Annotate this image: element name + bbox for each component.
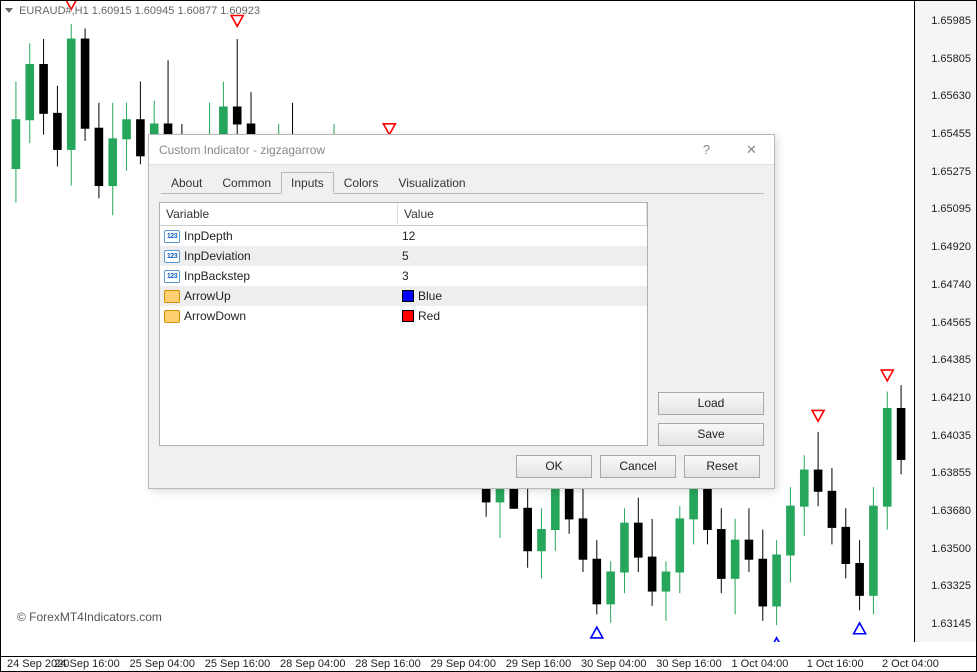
color-icon [164, 290, 180, 303]
price-tick: 1.63855 [931, 467, 971, 479]
variable-cell[interactable]: ArrowUp [160, 287, 398, 305]
tab-visualization[interactable]: Visualization [388, 172, 475, 194]
int-icon: 123 [164, 270, 180, 283]
column-variable[interactable]: Variable [160, 203, 398, 225]
dialog-titlebar[interactable]: Custom Indicator - zigzagarrow ? ✕ [149, 135, 774, 165]
ok-button[interactable]: OK [516, 455, 592, 478]
color-swatch [402, 310, 414, 322]
inputs-grid[interactable]: Variable Value 123 InpDepth 12 123 InpDeviat… [159, 202, 648, 446]
dialog-body: AboutCommonInputsColorsVisualization Var… [159, 171, 764, 448]
time-tick: 28 Sep 04:00 [280, 658, 345, 670]
time-tick: 24 Sep 16:00 [54, 658, 119, 670]
symbol-text: EURAUD#,H1 1.60915 1.60945 1.60877 1.609… [19, 5, 260, 17]
variable-name: InpDepth [184, 229, 233, 243]
close-button[interactable]: ✕ [729, 135, 774, 165]
int-icon: 123 [164, 230, 180, 243]
value-text: 3 [402, 269, 409, 283]
value-text: 5 [402, 249, 409, 263]
time-axis: 24 Sep 202024 Sep 16:0025 Sep 04:0025 Se… [1, 656, 976, 671]
int-icon: 123 [164, 250, 180, 263]
variable-name: ArrowDown [184, 309, 246, 323]
price-tick: 1.63500 [931, 543, 971, 555]
color-icon [164, 310, 180, 323]
table-row[interactable]: ArrowUp Blue [160, 286, 647, 306]
color-swatch [402, 290, 414, 302]
variable-name: InpBackstep [184, 269, 250, 283]
time-tick: 28 Sep 16:00 [355, 658, 420, 670]
dialog-footer: OK Cancel Reset [516, 455, 760, 478]
variable-cell[interactable]: 123 InpDeviation [160, 247, 398, 265]
tab-about[interactable]: About [161, 172, 212, 194]
value-cell[interactable]: Blue [398, 287, 647, 305]
variable-cell[interactable]: 123 InpBackstep [160, 267, 398, 285]
tab-bar: AboutCommonInputsColorsVisualization [161, 171, 764, 194]
price-tick: 1.65630 [931, 90, 971, 102]
grid-header: Variable Value [160, 203, 647, 226]
side-buttons: Load Save [658, 202, 764, 446]
value-text: Red [418, 309, 440, 323]
time-tick: 2 Oct 04:00 [882, 658, 939, 670]
price-tick: 1.65985 [931, 15, 971, 27]
variable-cell[interactable]: 123 InpDepth [160, 227, 398, 245]
tab-content-inputs: Variable Value 123 InpDepth 12 123 InpDeviat… [159, 202, 764, 446]
symbol-label: EURAUD#,H1 1.60915 1.60945 1.60877 1.609… [5, 5, 260, 17]
tab-colors[interactable]: Colors [334, 172, 389, 194]
price-tick: 1.64740 [931, 279, 971, 291]
watermark: © ForexMT4Indicators.com [17, 610, 162, 624]
time-tick: 25 Sep 04:00 [130, 658, 195, 670]
time-tick: 1 Oct 04:00 [732, 658, 789, 670]
time-tick: 29 Sep 16:00 [506, 658, 571, 670]
tab-inputs[interactable]: Inputs [281, 172, 334, 194]
variable-name: ArrowUp [184, 289, 231, 303]
tab-common[interactable]: Common [212, 172, 281, 194]
value-cell[interactable]: Red [398, 307, 647, 325]
table-row[interactable]: 123 InpDepth 12 [160, 226, 647, 246]
price-tick: 1.64920 [931, 241, 971, 253]
price-tick: 1.64035 [931, 430, 971, 442]
time-tick: 30 Sep 16:00 [656, 658, 721, 670]
value-cell[interactable]: 3 [398, 267, 647, 285]
price-axis: 1.65985 1.65805 1.65630 1.65455 1.65275 1.650… [914, 1, 976, 642]
price-tick: 1.63145 [931, 618, 971, 630]
save-button[interactable]: Save [658, 423, 764, 446]
variable-name: InpDeviation [184, 249, 251, 263]
dropdown-icon [5, 8, 13, 13]
price-tick: 1.64210 [931, 392, 971, 404]
value-text: Blue [418, 289, 442, 303]
column-value[interactable]: Value [398, 203, 647, 225]
table-row[interactable]: 123 InpDeviation 5 [160, 246, 647, 266]
custom-indicator-dialog: Custom Indicator - zigzagarrow ? ✕ About… [148, 134, 775, 489]
price-tick: 1.65455 [931, 128, 971, 140]
value-cell[interactable]: 5 [398, 247, 647, 265]
time-tick: 1 Oct 16:00 [807, 658, 864, 670]
price-tick: 1.64565 [931, 317, 971, 329]
cancel-button[interactable]: Cancel [600, 455, 676, 478]
dialog-title: Custom Indicator - zigzagarrow [159, 143, 325, 157]
price-tick: 1.65805 [931, 53, 971, 65]
time-tick: 25 Sep 16:00 [205, 658, 270, 670]
grid-rows: 123 InpDepth 12 123 InpDeviation 5 123 InpBacks… [160, 226, 647, 326]
price-tick: 1.63325 [931, 580, 971, 592]
help-button[interactable]: ? [684, 135, 729, 165]
variable-cell[interactable]: ArrowDown [160, 307, 398, 325]
table-row[interactable]: ArrowDown Red [160, 306, 647, 326]
table-row[interactable]: 123 InpBackstep 3 [160, 266, 647, 286]
time-tick: 30 Sep 04:00 [581, 658, 646, 670]
price-tick: 1.63680 [931, 505, 971, 517]
price-tick: 1.65095 [931, 203, 971, 215]
load-button[interactable]: Load [658, 392, 764, 415]
app-frame: EURAUD#,H1 1.60915 1.60945 1.60877 1.609… [0, 0, 977, 672]
price-tick: 1.64385 [931, 354, 971, 366]
price-tick: 1.65275 [931, 166, 971, 178]
value-cell[interactable]: 12 [398, 227, 647, 245]
time-tick: 29 Sep 04:00 [431, 658, 496, 670]
reset-button[interactable]: Reset [684, 455, 760, 478]
value-text: 12 [402, 229, 415, 243]
